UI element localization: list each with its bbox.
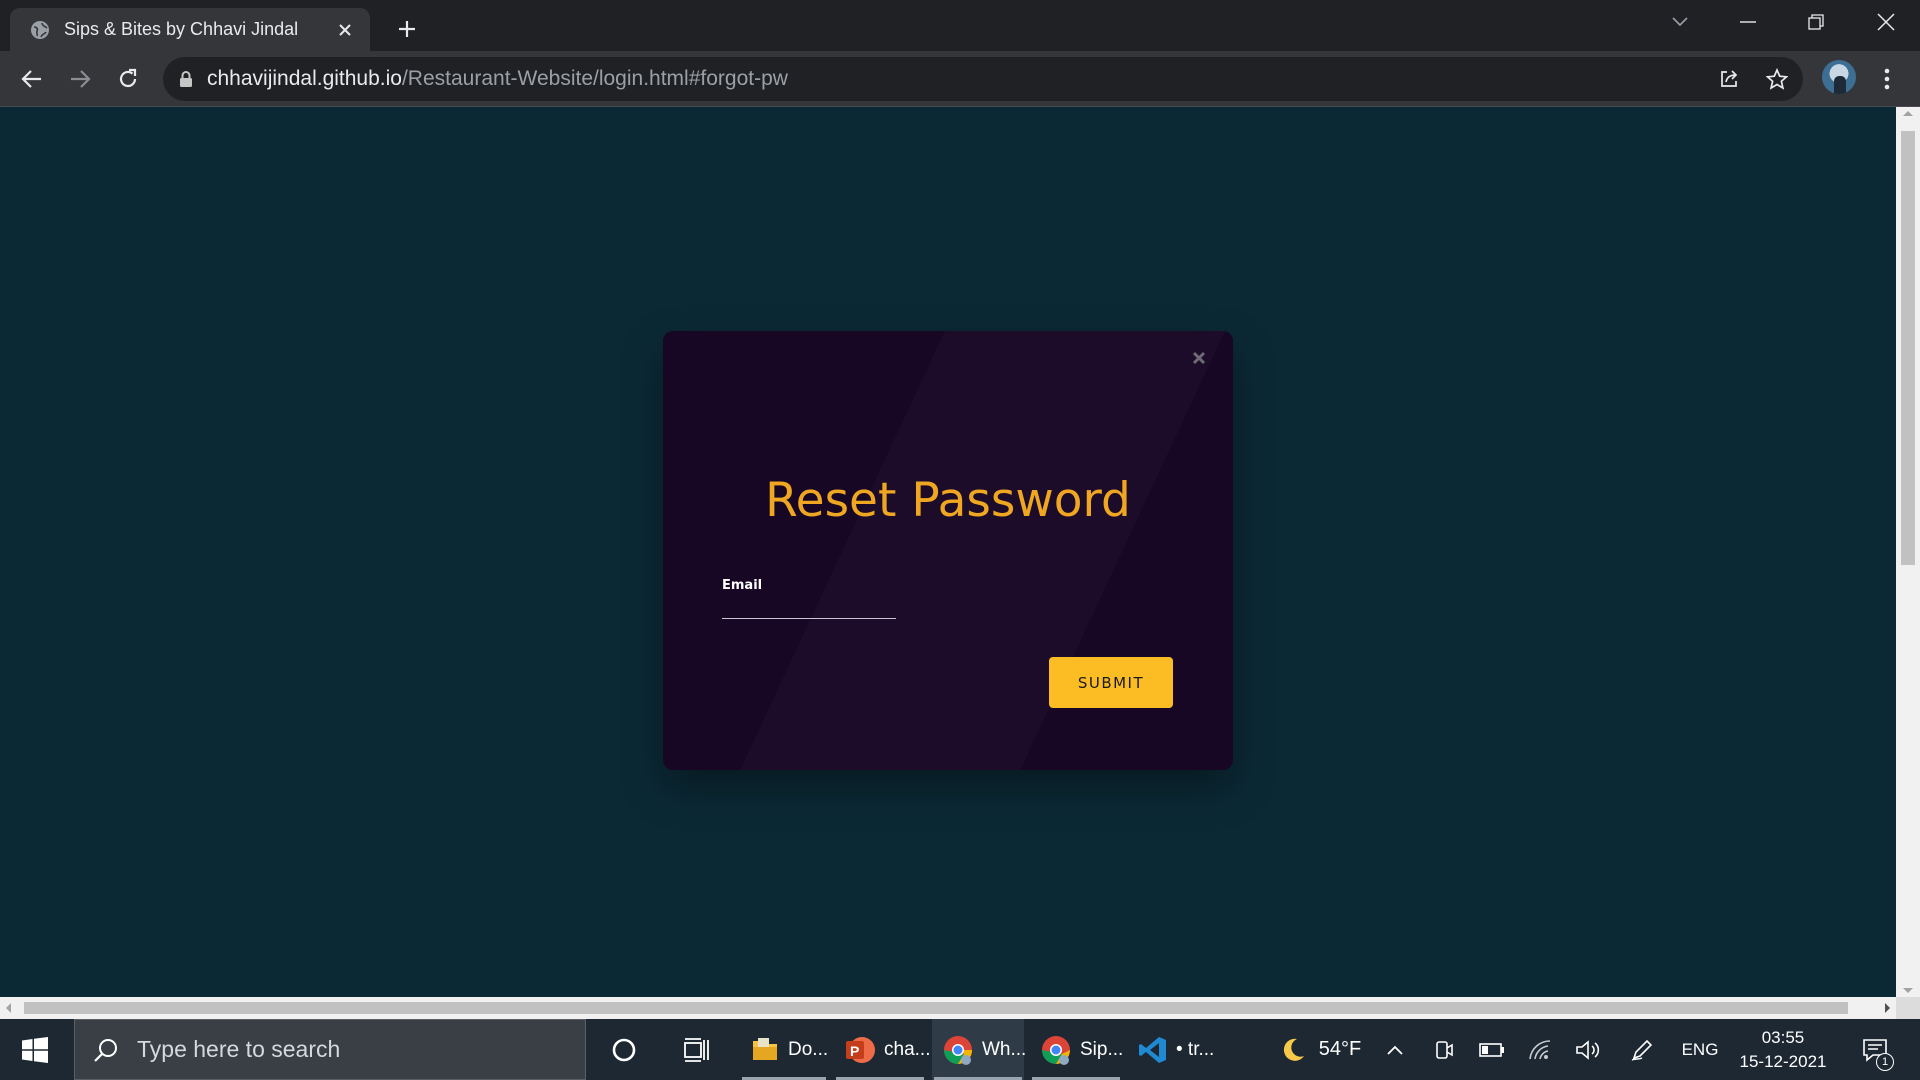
clock[interactable]: 03:55 15-12-2021 (1730, 1019, 1836, 1080)
vertical-scroll-thumb[interactable] (1901, 131, 1915, 565)
weather-temperature: 54°F (1318, 1038, 1362, 1060)
vscode-icon (1138, 1035, 1168, 1065)
taskbar-app-vscode[interactable]: • tr... (1128, 1019, 1220, 1080)
profile-avatar[interactable] (1822, 60, 1856, 94)
search-icon (93, 1037, 119, 1063)
email-label: Email (722, 578, 763, 593)
search-placeholder: Type here to search (137, 1036, 341, 1062)
reset-password-modal: Reset Password Email SUBMIT (663, 331, 1233, 770)
notification-badge: 1 (1876, 1053, 1894, 1071)
wifi-icon[interactable] (1524, 1019, 1556, 1080)
new-tab-button[interactable] (390, 12, 424, 46)
close-window-button[interactable] (1858, 0, 1914, 44)
windows-taskbar: Type here to search Do... P cha... Wh...… (0, 1019, 1920, 1080)
browser-toolbar: chhavijindal.github.io/Restaurant-Websit… (0, 51, 1920, 107)
clock-time: 03:55 (1761, 1027, 1805, 1047)
horizontal-scrollbar[interactable] (0, 997, 1896, 1019)
forward-button[interactable] (62, 61, 98, 97)
chrome-icon (942, 1034, 974, 1066)
scroll-left-arrow-icon[interactable] (6, 1003, 11, 1013)
taskbar-app-chrome-sips[interactable]: Sip... (1030, 1019, 1124, 1080)
bookmark-star-icon[interactable] (1761, 63, 1793, 95)
scroll-up-arrow-icon[interactable] (1903, 111, 1913, 116)
svg-text:P: P (850, 1043, 859, 1059)
url-text: chhavijindal.github.io/Restaurant-Websit… (207, 67, 788, 91)
restore-button[interactable] (1788, 0, 1844, 44)
app-label: Do... (788, 1038, 829, 1060)
scroll-down-arrow-icon[interactable] (1903, 988, 1913, 993)
notification-center-icon[interactable]: 1 (1850, 1019, 1900, 1080)
clock-date: 15-12-2021 (1739, 1051, 1827, 1071)
taskbar-app-powerpoint[interactable]: P cha... (834, 1019, 930, 1080)
minimize-button[interactable] (1720, 0, 1776, 44)
language-indicator[interactable]: ENG (1674, 1019, 1726, 1080)
share-icon[interactable] (1713, 63, 1745, 95)
meet-now-icon[interactable] (1428, 1019, 1460, 1080)
scroll-right-arrow-icon[interactable] (1885, 1003, 1890, 1013)
reload-button[interactable] (110, 61, 146, 97)
url-host: chhavijindal.github.io (207, 67, 402, 90)
weather-widget[interactable]: 54°F (1260, 1019, 1380, 1080)
browser-tab-bar: Sips & Bites by Chhavi Jindal (0, 0, 1920, 51)
submit-button[interactable]: SUBMIT (1049, 657, 1173, 708)
chrome-icon (1040, 1034, 1072, 1066)
tab-title: Sips & Bites by Chhavi Jindal (64, 19, 299, 39)
taskbar-app-file-explorer[interactable]: Do... (740, 1019, 828, 1080)
address-bar[interactable]: chhavijindal.github.io/Restaurant-Websit… (163, 57, 1803, 101)
powerpoint-icon: P (844, 1034, 876, 1066)
volume-icon[interactable] (1572, 1019, 1604, 1080)
browser-menu-icon[interactable] (1872, 61, 1902, 97)
tab-search-chevron-icon[interactable] (1652, 0, 1708, 44)
email-field[interactable] (722, 597, 896, 619)
battery-icon[interactable] (1476, 1019, 1508, 1080)
modal-close-icon[interactable] (1188, 347, 1210, 369)
task-view-icon[interactable] (670, 1019, 722, 1080)
app-label: Sip... (1080, 1038, 1124, 1060)
page-viewport: Reset Password Email SUBMIT (0, 107, 1896, 997)
app-label: cha... (884, 1038, 931, 1060)
language-text: ENG (1681, 1039, 1719, 1059)
file-explorer-icon (750, 1035, 780, 1065)
url-path: /Restaurant-Website/login.html#forgot-pw (401, 67, 788, 90)
moon-icon (1279, 1036, 1307, 1064)
windows-start-icon[interactable] (0, 1019, 70, 1080)
app-label: Wh... (982, 1038, 1027, 1060)
vertical-scrollbar[interactable] (1896, 107, 1920, 997)
cortana-icon[interactable] (600, 1019, 648, 1080)
browser-tab[interactable]: Sips & Bites by Chhavi Jindal (10, 8, 370, 51)
tab-close-icon[interactable] (332, 17, 358, 43)
pen-workspace-icon[interactable] (1624, 1019, 1660, 1080)
back-button[interactable] (14, 61, 50, 97)
modal-title: Reset Password (765, 473, 1131, 528)
horizontal-scroll-thumb[interactable] (24, 1002, 1848, 1014)
scrollbar-corner (1896, 997, 1920, 1019)
lock-icon (179, 70, 193, 88)
app-label: • tr... (1176, 1038, 1215, 1060)
chevron-up-icon[interactable] (1380, 1019, 1410, 1080)
taskbar-app-chrome-whatsapp[interactable]: Wh... (932, 1019, 1027, 1080)
globe-icon (30, 20, 50, 40)
taskbar-search-box[interactable]: Type here to search (74, 1019, 586, 1080)
